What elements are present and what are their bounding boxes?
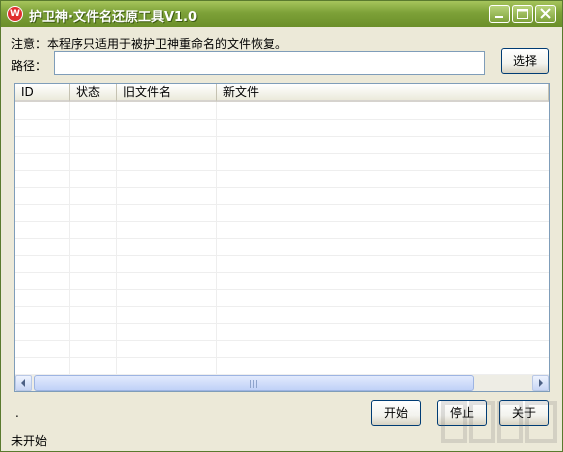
file-list[interactable]: ID 状态 旧文件名 新文件: [14, 83, 550, 392]
status-dot: .: [15, 406, 19, 420]
grid-row-line: [15, 238, 549, 239]
grid-row-line: [15, 136, 549, 137]
title-bar[interactable]: W 护卫神·文件名还原工具V1.0: [1, 1, 562, 27]
minimize-button[interactable]: [489, 5, 510, 23]
notice-text: 注意：本程序只适用于被护卫神重命名的文件恢复。: [11, 37, 288, 51]
horizontal-scrollbar[interactable]: [15, 375, 549, 391]
app-shield-icon[interactable]: W: [7, 6, 23, 22]
maximize-icon: [517, 9, 528, 19]
grid-row-line: [15, 323, 549, 324]
scrollbar-thumb[interactable]: [34, 375, 474, 391]
path-label: 路径：: [11, 59, 48, 73]
grid-row-line: [15, 170, 549, 171]
watermark-logo: [441, 401, 557, 443]
status-text: 未开始: [11, 434, 48, 448]
start-button[interactable]: 开始: [371, 400, 421, 426]
grid-row-line: [15, 187, 549, 188]
close-button[interactable]: [535, 5, 556, 23]
column-header-old-name[interactable]: 旧文件名: [117, 84, 217, 102]
scroll-left-button[interactable]: [15, 375, 32, 391]
grid-row-line: [15, 153, 549, 154]
scroll-left-arrow-icon: [21, 379, 25, 387]
path-input[interactable]: [54, 51, 485, 75]
close-icon: [540, 8, 551, 19]
column-header-status[interactable]: 状态: [70, 84, 117, 102]
grid-row-line: [15, 221, 549, 222]
maximize-button[interactable]: [512, 5, 533, 23]
grid-row-line: [15, 357, 549, 358]
grid-row-line: [15, 119, 549, 120]
column-header-new-name[interactable]: 新文件: [217, 84, 549, 102]
window-title: 护卫神·文件名还原工具V1.0: [29, 10, 198, 25]
grid-row-line: [15, 255, 549, 256]
grid-row-line: [15, 272, 549, 273]
main-window: W 护卫神·文件名还原工具V1.0 注意：本程序只适用于被护卫神重命名的文件恢复…: [0, 0, 563, 452]
scroll-right-button[interactable]: [532, 375, 549, 391]
grid-row-line: [15, 306, 549, 307]
scroll-right-arrow-icon: [539, 379, 543, 387]
browse-button[interactable]: 选择: [501, 48, 549, 74]
column-header-id[interactable]: ID: [15, 84, 70, 102]
grip-icon: [250, 380, 257, 388]
grid-row-line: [15, 340, 549, 341]
minimize-icon: [495, 16, 503, 18]
grid-row-line: [15, 289, 549, 290]
grid-row-line: [15, 204, 549, 205]
